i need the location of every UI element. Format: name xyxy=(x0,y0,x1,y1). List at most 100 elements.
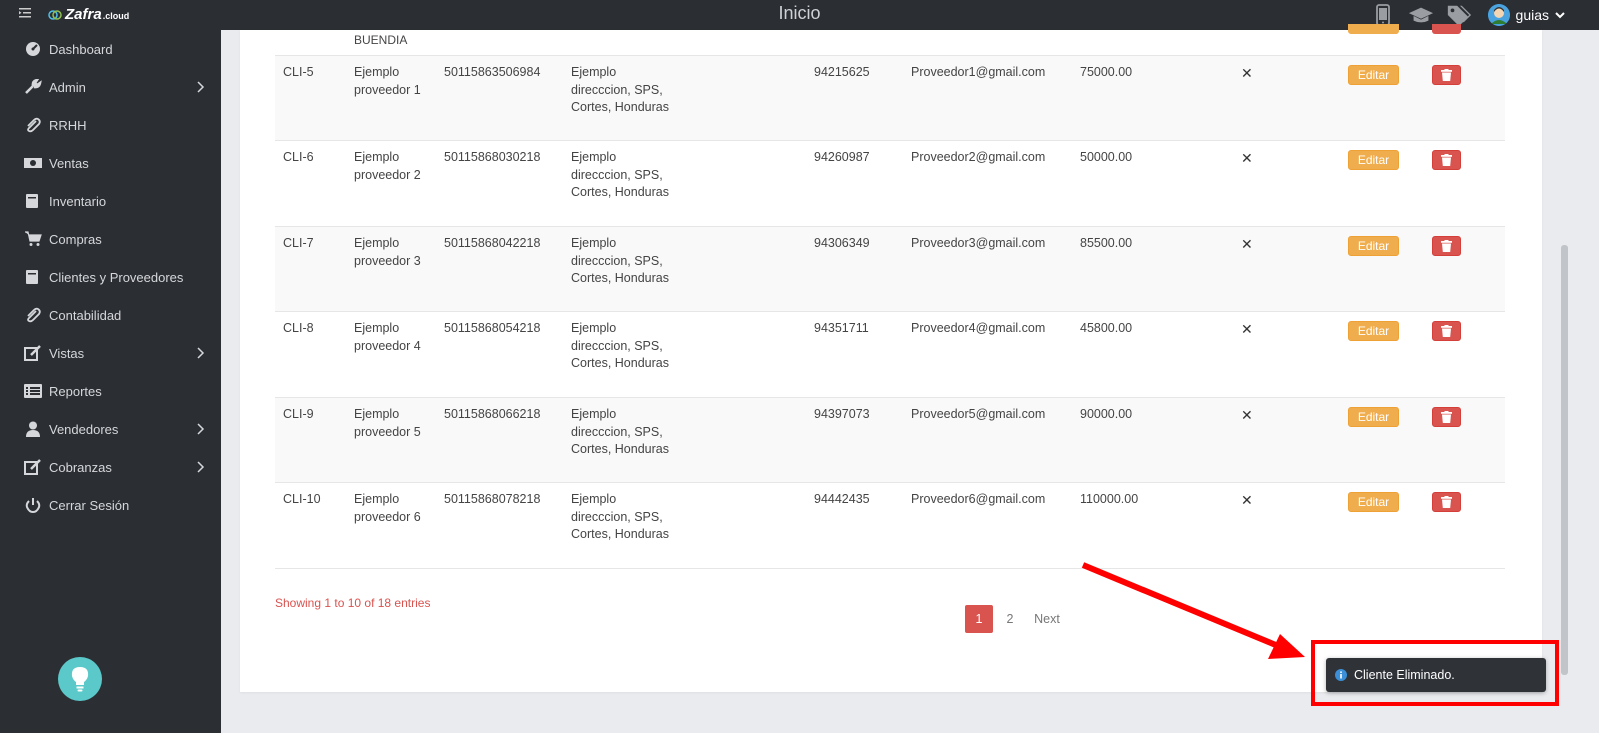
scrollbar[interactable] xyxy=(1560,30,1569,733)
page-1-button[interactable]: 1 xyxy=(965,605,993,633)
sidebar-item-clientes-proveedores[interactable]: Clientes y Proveedores xyxy=(0,262,221,292)
cell-rtn: 50115868066218 xyxy=(444,407,541,421)
user-icon xyxy=(24,421,42,437)
delete-button[interactable] xyxy=(1432,65,1461,85)
table-row: CLI-9 Ejemplo proveedor 5 50115868066218… xyxy=(275,398,1505,483)
sidebar-item-label: Clientes y Proveedores xyxy=(49,269,184,285)
sidebar-item-rrhh[interactable]: RRHH xyxy=(0,110,221,140)
edit-button[interactable]: Editar xyxy=(1348,407,1399,427)
sidebar-item-cobranzas[interactable]: Cobranzas xyxy=(0,452,221,482)
chevron-right-icon xyxy=(195,347,205,359)
cell-address: Ejemplo direcccion, SPS, Cortes, Hondura… xyxy=(571,65,669,114)
sidebar-item-compras[interactable]: Compras xyxy=(0,224,221,254)
cell-name: Ejemplo proveedor 6 xyxy=(354,492,421,524)
sidebar-item-dashboard[interactable]: Dashboard xyxy=(0,34,221,64)
cell-address: Ejemplo direcccion, SPS, Cortes, Hondura… xyxy=(571,150,669,199)
edit-button[interactable]: Editar xyxy=(1348,236,1399,256)
delete-button[interactable] xyxy=(1432,492,1461,512)
delete-button[interactable] xyxy=(1432,150,1461,170)
edit-button[interactable]: Editar xyxy=(1348,150,1399,170)
entries-info: Showing 1 to 10 of 18 entries xyxy=(275,596,431,610)
cell-email: Proveedor2@gmail.com xyxy=(911,150,1046,164)
edit-button[interactable]: Editar xyxy=(1348,321,1399,341)
cell-code: CLI-9 xyxy=(283,407,314,421)
trash-icon xyxy=(1441,411,1452,423)
cell-phone: 94351711 xyxy=(814,321,869,335)
table-row: CLI-7 Ejemplo proveedor 3 50115868042218… xyxy=(275,227,1505,312)
cell-name: Ejemplo proveedor 4 xyxy=(354,321,421,353)
cell-credit: 90000.00 xyxy=(1080,407,1133,421)
annotation-highlight-box xyxy=(1311,640,1559,706)
table-row: CLI-6 Ejemplo proveedor 2 50115868030218… xyxy=(275,141,1505,227)
sidebar-item-label: Inventario xyxy=(49,193,107,209)
cell-flag: ✕ xyxy=(1241,150,1253,166)
graduation-cap-icon[interactable] xyxy=(1408,2,1434,28)
chevron-right-icon xyxy=(195,423,205,435)
cell-flag: ✕ xyxy=(1241,492,1253,508)
cell-email: Proveedor1@gmail.com xyxy=(911,65,1046,79)
scrollbar-thumb[interactable] xyxy=(1561,245,1568,675)
trash-icon xyxy=(1441,69,1452,81)
edit-button[interactable]: Editar xyxy=(1348,492,1399,512)
edit-icon xyxy=(24,459,42,475)
user-name: guias xyxy=(1515,7,1549,23)
cell-rtn: 50115868078218 xyxy=(444,492,541,506)
trash-icon xyxy=(1441,496,1452,508)
delete-button[interactable] xyxy=(1432,407,1461,427)
book-icon xyxy=(24,269,42,285)
cell-flag: ✕ xyxy=(1241,407,1253,423)
page-2-button[interactable]: 2 xyxy=(993,605,1027,633)
next-page-button[interactable]: Next xyxy=(1027,605,1067,633)
cell-name: Ejemplo proveedor 1 xyxy=(354,65,421,97)
list-icon xyxy=(24,383,42,399)
cell-flag: ✕ xyxy=(1241,321,1253,337)
delete-button[interactable] xyxy=(1432,24,1461,34)
sidebar-item-label: Admin xyxy=(49,79,86,95)
cell-address: Ejemplo direcccion, SPS, Cortes, Hondura… xyxy=(571,321,669,370)
cell-code: CLI-6 xyxy=(283,150,314,164)
lightbulb-button[interactable] xyxy=(58,657,102,701)
chevron-right-icon xyxy=(195,461,205,473)
cell-name: BUENDIA xyxy=(354,33,408,47)
cell-credit: 45800.00 xyxy=(1080,321,1133,335)
cell-email: Proveedor5@gmail.com xyxy=(911,407,1046,421)
delete-button[interactable] xyxy=(1432,321,1461,341)
cell-code: CLI-5 xyxy=(283,65,314,79)
cell-email: Proveedor4@gmail.com xyxy=(911,321,1046,335)
sidebar-item-vistas[interactable]: Vistas xyxy=(0,338,221,368)
cell-phone: 94306349 xyxy=(814,236,870,250)
cell-phone: 94260987 xyxy=(814,150,870,164)
sidebar: Dashboard Admin RRHH Ventas Inventario C… xyxy=(0,30,221,733)
sidebar-item-cerrar-sesion[interactable]: Cerrar Sesión xyxy=(0,490,221,520)
cell-code: CLI-8 xyxy=(283,321,314,335)
cell-rtn: 50115868054218 xyxy=(444,321,541,335)
chevron-right-icon xyxy=(195,81,205,93)
cell-phone: 94397073 xyxy=(814,407,870,421)
sidebar-item-contabilidad[interactable]: Contabilidad xyxy=(0,300,221,330)
cell-credit: 85500.00 xyxy=(1080,236,1133,250)
book-icon xyxy=(24,193,42,209)
sidebar-item-ventas[interactable]: Ventas xyxy=(0,148,221,178)
paperclip-icon xyxy=(24,117,42,133)
sidebar-item-admin[interactable]: Admin xyxy=(0,72,221,102)
wrench-icon xyxy=(24,78,42,95)
cell-flag: ✕ xyxy=(1241,65,1253,81)
sidebar-item-inventario[interactable]: Inventario xyxy=(0,186,221,216)
table-row: CLI-5 Ejemplo proveedor 1 50115863506984… xyxy=(275,56,1505,141)
cell-address: Ejemplo direcccion, SPS, Cortes, Hondura… xyxy=(571,492,669,541)
delete-button[interactable] xyxy=(1432,236,1461,256)
sidebar-item-reportes[interactable]: Reportes xyxy=(0,376,221,406)
edit-button[interactable] xyxy=(1348,24,1399,34)
table-row: BUENDIA xyxy=(275,24,1505,56)
sidebar-item-vendedores[interactable]: Vendedores xyxy=(0,414,221,444)
edit-button[interactable]: Editar xyxy=(1348,65,1399,85)
cell-name: Ejemplo proveedor 3 xyxy=(354,236,421,268)
sidebar-item-label: Reportes xyxy=(49,383,102,399)
cell-rtn: 50115868030218 xyxy=(444,150,541,164)
cell-name: Ejemplo proveedor 5 xyxy=(354,407,421,439)
sidebar-item-label: Cerrar Sesión xyxy=(49,497,130,513)
user-menu[interactable]: guias xyxy=(1487,4,1565,26)
cell-email: Proveedor3@gmail.com xyxy=(911,236,1046,250)
cell-address: Ejemplo direcccion, SPS, Cortes, Hondura… xyxy=(571,407,669,456)
paperclip-icon xyxy=(24,307,42,323)
